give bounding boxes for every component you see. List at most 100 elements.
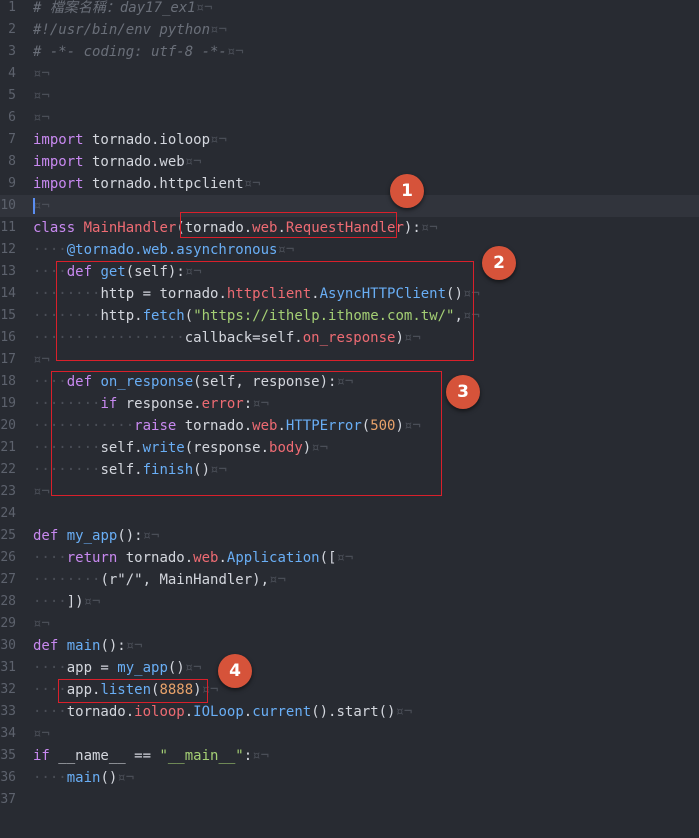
line-number: 9	[8, 176, 16, 191]
line-number: 12	[0, 242, 16, 257]
code-line[interactable]: 9 import tornado.httpclient¤¬	[0, 173, 699, 195]
line-number: 16	[0, 330, 16, 345]
code-text: ¤¬	[33, 613, 50, 635]
code-token: tornado.web	[83, 154, 185, 170]
code-token: if	[33, 748, 50, 764]
whitespace-marker: ····	[33, 704, 67, 720]
code-line[interactable]: 26 ····return tornado.web.Application([¤¬	[0, 547, 699, 569]
line-number: 18	[0, 374, 16, 389]
whitespace-marker: ¤¬	[142, 528, 160, 544]
code-line[interactable]: 33 ····tornado.ioloop.IOLoop.current().st…	[0, 701, 699, 723]
code-line[interactable]: 34 ¤¬	[0, 723, 699, 745]
whitespace-marker: ¤¬	[420, 220, 438, 236]
code-line[interactable]: 37	[0, 789, 699, 811]
whitespace-marker: ¤¬	[195, 0, 213, 16]
whitespace-marker: ¤¬	[395, 704, 413, 720]
highlight-box-2	[56, 261, 474, 361]
code-line[interactable]: 27 ········(r"/", MainHandler),¤¬	[0, 569, 699, 591]
code-token: ()	[100, 770, 118, 786]
code-text: # -*- coding: utf-8 -*-¤¬	[33, 41, 244, 63]
code-token: :	[243, 748, 253, 764]
whitespace-marker: ¤¬	[33, 352, 50, 368]
code-token: main	[66, 638, 101, 654]
line-number: 4	[8, 66, 16, 81]
code-line[interactable]: 35 if __name__ == "__main__":¤¬	[0, 745, 699, 767]
code-line[interactable]: 2 #!/usr/bin/env python¤¬	[0, 19, 699, 41]
line-number: 25	[0, 528, 16, 543]
code-text: ····app = my_app()¤¬	[33, 657, 202, 679]
callout-badge-1: 1	[390, 174, 424, 208]
line-number: 5	[8, 88, 16, 103]
highlight-box-3	[51, 371, 442, 496]
line-number: 23	[0, 484, 16, 499]
line-number: 8	[8, 154, 16, 169]
code-token: def	[33, 638, 59, 654]
code-text: def main():¤¬	[33, 635, 143, 657]
code-line[interactable]: 24	[0, 503, 699, 525]
code-text: ¤¬	[33, 195, 50, 217]
code-line[interactable]: 5 ¤¬	[0, 85, 699, 107]
code-text: ¤¬	[33, 723, 50, 745]
whitespace-marker: ····	[33, 242, 67, 258]
whitespace-marker: ¤¬	[125, 638, 143, 654]
code-text: #!/usr/bin/env python¤¬	[33, 19, 227, 41]
code-token: ():	[117, 528, 143, 544]
code-token: __name__ ==	[49, 748, 160, 764]
code-text: # 檔案名稱：day17_ex1¤¬	[33, 0, 213, 19]
code-line[interactable]: 29 ¤¬	[0, 613, 699, 635]
code-token: # -*- coding: utf-8 -*-	[33, 44, 227, 60]
code-token: ():	[100, 638, 126, 654]
code-line[interactable]: 12 ····@tornado.web.asynchronous¤¬	[0, 239, 699, 261]
code-token: current	[252, 704, 312, 720]
code-text: def my_app():¤¬	[33, 525, 159, 547]
code-token: #!/usr/bin/env python	[33, 22, 211, 38]
line-number: 33	[0, 704, 16, 719]
whitespace-marker: ¤¬	[117, 770, 135, 786]
code-line[interactable]: 36 ····main()¤¬	[0, 767, 699, 789]
line-number: 29	[0, 616, 16, 631]
line-number: 36	[0, 770, 16, 785]
line-number: 32	[0, 682, 16, 697]
code-line[interactable]: 30 def main():¤¬	[0, 635, 699, 657]
whitespace-marker: ¤¬	[83, 594, 101, 610]
code-token: my_app	[117, 660, 168, 676]
code-line[interactable]: 7 import tornado.ioloop¤¬	[0, 129, 699, 151]
code-token: tornado.ioloop	[83, 132, 211, 148]
code-token: tornado.	[117, 550, 194, 566]
whitespace-marker: ¤¬	[33, 88, 50, 104]
line-number: 20	[0, 418, 16, 433]
whitespace-marker: ¤¬	[243, 176, 261, 192]
code-line[interactable]: 25 def my_app():¤¬	[0, 525, 699, 547]
line-number: 31	[0, 660, 16, 675]
code-line[interactable]: 31 ····app = my_app()¤¬	[0, 657, 699, 679]
highlight-box-4	[58, 679, 208, 703]
code-line[interactable]: 1 # 檔案名稱：day17_ex1¤¬	[0, 0, 699, 19]
code-token: ])	[66, 594, 84, 610]
line-number: 2	[8, 22, 16, 37]
code-line[interactable]: 6 ¤¬	[0, 107, 699, 129]
whitespace-marker: ¤¬	[33, 616, 50, 632]
code-token: tornado.	[66, 704, 135, 720]
code-token: app =	[66, 660, 118, 676]
whitespace-marker: ¤¬	[336, 550, 354, 566]
code-token: .	[184, 704, 194, 720]
code-token: # 檔案名稱：day17_ex1	[33, 0, 196, 16]
code-line[interactable]: 3 # -*- coding: utf-8 -*-¤¬	[0, 41, 699, 63]
line-number: 37	[0, 792, 16, 807]
callout-badge-2: 2	[482, 246, 516, 280]
line-number: 6	[8, 110, 16, 125]
code-token: (r"/", MainHandler),	[100, 572, 270, 588]
code-token: .	[218, 550, 227, 566]
code-token: ()	[167, 660, 185, 676]
code-line[interactable]: 4 ¤¬	[0, 63, 699, 85]
whitespace-marker: ¤¬	[33, 198, 50, 214]
whitespace-marker: ¤¬	[226, 44, 244, 60]
whitespace-marker: ¤¬	[252, 748, 270, 764]
line-number: 3	[8, 44, 16, 59]
code-line[interactable]: 8 import tornado.web¤¬	[0, 151, 699, 173]
code-line[interactable]: 28 ····])¤¬	[0, 591, 699, 613]
whitespace-marker: ····	[33, 770, 67, 786]
whitespace-marker: ¤¬	[33, 66, 50, 82]
line-number: 34	[0, 726, 16, 741]
code-token: ):	[403, 220, 421, 236]
